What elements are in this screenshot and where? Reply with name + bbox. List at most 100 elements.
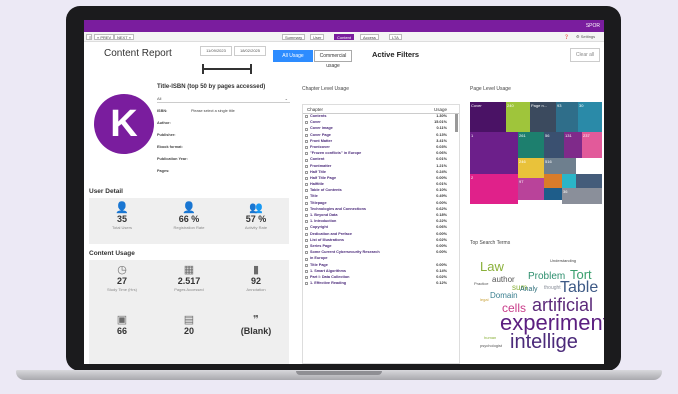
chapter-name: Title Page	[310, 262, 328, 267]
search-term[interactable]: Understanding	[550, 259, 576, 263]
expand-icon[interactable]	[305, 170, 308, 174]
date-slider-start-handle[interactable]	[202, 64, 204, 74]
column-chapter[interactable]: Chapter	[307, 107, 323, 112]
print-stat: ▤ 20	[156, 314, 222, 337]
treemap-cell[interactable]: 30	[578, 102, 602, 132]
expand-icon[interactable]	[305, 232, 308, 236]
expand-icon[interactable]	[305, 121, 308, 125]
tab-user[interactable]: User	[310, 34, 325, 40]
search-term[interactable]: Domain	[490, 292, 518, 300]
laptop-notch	[296, 371, 382, 375]
avatar: K	[94, 94, 154, 154]
treemap-cell[interactable]: 131	[564, 132, 582, 158]
expand-icon[interactable]	[305, 183, 308, 187]
tab-access[interactable]: Access	[360, 34, 379, 40]
next-button[interactable]: NEXT »	[114, 34, 134, 40]
tab-lta[interactable]: LTA	[389, 34, 402, 40]
date-from-input[interactable]: 11/09/2023	[200, 46, 232, 56]
expand-icon[interactable]	[305, 257, 308, 261]
expand-icon[interactable]	[305, 276, 308, 280]
chapter-usage: 0.49%	[436, 194, 447, 199]
all-usage-button[interactable]: All Usage	[273, 50, 313, 62]
column-usage[interactable]: Usage	[434, 107, 447, 112]
treemap-cell[interactable]: 36	[562, 188, 602, 204]
search-term[interactable]: Practice	[474, 282, 488, 286]
treemap-cell[interactable]	[544, 174, 562, 188]
treemap-cell[interactable]: 240	[506, 102, 530, 132]
settings-button[interactable]: ⚙ Settings	[576, 34, 595, 39]
expand-icon[interactable]	[305, 251, 308, 255]
expand-icon[interactable]	[305, 195, 308, 199]
expand-icon[interactable]	[305, 133, 308, 137]
treemap-cell[interactable]: 237	[582, 132, 602, 158]
expand-icon[interactable]	[305, 152, 308, 156]
treemap-cell[interactable]	[562, 174, 576, 188]
search-term[interactable]: intellige	[510, 332, 578, 352]
search-term[interactable]: Analy	[520, 286, 538, 293]
chapter-name: 1. Beyond Data	[310, 213, 338, 217]
table-row[interactable]: 1. Effective Reading 0.12%	[303, 281, 459, 287]
search-term[interactable]: thought	[544, 286, 561, 291]
expand-icon[interactable]	[305, 263, 308, 267]
search-term[interactable]: legal	[480, 298, 488, 302]
treemap-cell[interactable]: 246	[518, 158, 544, 178]
chapter-name: in Europe	[310, 256, 328, 261]
expand-icon[interactable]	[305, 214, 308, 218]
pages-accessed-stat: ▦ 2.517 Pages Accessed	[156, 264, 222, 292]
expand-icon[interactable]	[305, 115, 308, 119]
search-term[interactable]: psychologist	[480, 344, 502, 348]
title-select[interactable]: All ⌄	[157, 95, 290, 103]
expand-icon[interactable]	[305, 146, 308, 150]
chapter-usage: 15.01%	[434, 120, 447, 125]
treemap-cell[interactable]: Cover	[470, 102, 506, 132]
treemap-cell[interactable]: Page n...	[530, 102, 556, 132]
top-bar: SPOR	[84, 20, 604, 32]
help-icon[interactable]: ❓	[564, 34, 569, 39]
treemap-cell[interactable]: 97	[518, 178, 544, 200]
treemap-cell[interactable]: 261	[518, 132, 544, 158]
expand-icon[interactable]	[305, 158, 308, 162]
search-term[interactable]: Table	[560, 280, 598, 296]
expand-icon[interactable]	[305, 189, 308, 193]
chapter-name: Copyright	[310, 225, 328, 230]
prev-button[interactable]: « PREV	[94, 34, 115, 40]
tab-content[interactable]: Content	[334, 34, 355, 40]
menu-icon[interactable]: ≡	[86, 34, 92, 40]
search-term[interactable]: Law	[480, 260, 504, 273]
expand-icon[interactable]	[305, 208, 308, 211]
treemap-cell[interactable]: 2	[470, 174, 518, 204]
chapter-name: 1. Effective Reading	[310, 281, 347, 286]
expand-icon[interactable]	[305, 282, 308, 286]
commercial-usage-button[interactable]: Commercial usage	[314, 50, 352, 69]
date-to-input[interactable]: 18/02/2025	[234, 46, 266, 56]
scrollbar-thumb[interactable]	[455, 114, 458, 132]
expand-icon[interactable]	[305, 139, 308, 143]
chapter-usage: 0.18%	[436, 213, 447, 217]
print-icon: ▤	[183, 314, 195, 326]
search-term[interactable]: human	[484, 336, 496, 340]
treemap-cell[interactable]: 56	[544, 132, 564, 158]
expand-icon[interactable]	[305, 201, 308, 205]
treemap-cell[interactable]: 1	[470, 132, 518, 174]
treemap-cell[interactable]	[576, 174, 602, 188]
chapter-usage: 0.00%	[436, 250, 447, 255]
date-slider-end-handle[interactable]	[250, 64, 252, 74]
expand-icon[interactable]	[305, 238, 308, 242]
user-name[interactable]: SPOR	[586, 23, 600, 29]
search-terms-title: Top Search Terms	[470, 240, 511, 246]
expand-icon[interactable]	[305, 127, 308, 131]
expand-icon[interactable]	[305, 177, 308, 181]
chevron-down-icon[interactable]: ⌄	[285, 95, 288, 103]
treemap-cell[interactable]	[544, 188, 562, 200]
expand-icon[interactable]	[305, 220, 308, 224]
treemap-cell[interactable]: 93	[556, 102, 578, 132]
expand-icon[interactable]	[305, 245, 308, 249]
clear-all-button[interactable]: Clear all	[570, 48, 600, 62]
expand-icon[interactable]	[305, 164, 308, 168]
expand-icon[interactable]	[305, 269, 308, 273]
chapter-name: Dedication and Preface	[310, 231, 352, 236]
chapter-usage: 0.10%	[436, 188, 447, 193]
expand-icon[interactable]	[305, 226, 308, 230]
treemap-cell[interactable]: 516	[544, 158, 576, 174]
tab-summary[interactable]: Summary	[282, 34, 306, 40]
